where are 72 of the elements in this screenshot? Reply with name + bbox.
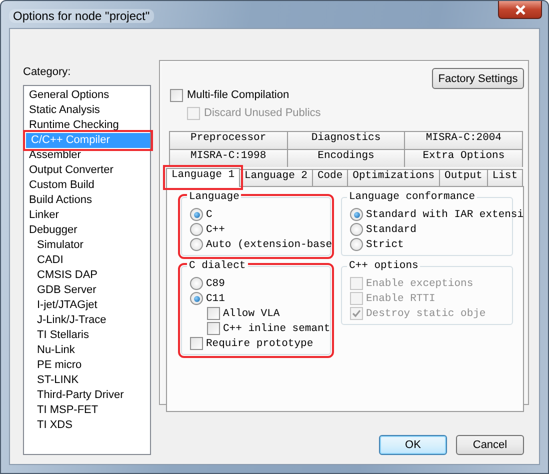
category-item[interactable]: I-jet/JTAGjet [34, 298, 100, 313]
close-button[interactable] [498, 1, 542, 19]
option-label: C11 [206, 292, 225, 304]
tab[interactable]: Preprocessor [169, 131, 288, 149]
close-icon [514, 4, 526, 14]
window-title: Options for node "project" [9, 9, 154, 23]
category-item[interactable]: Custom Build [26, 178, 98, 193]
group-title: C++ options [347, 260, 420, 273]
category-item[interactable]: TI Stellaris [34, 328, 92, 343]
option-label: C++ [206, 224, 225, 236]
checkbox-label: Discard Unused Publics [204, 107, 321, 119]
category-item[interactable]: CADI [34, 253, 66, 268]
tab[interactable]: Encodings [286, 149, 406, 167]
category-label: Category: [23, 66, 72, 79]
option-label: Standard with IAR extensi [366, 208, 524, 220]
category-item[interactable]: Linker [26, 208, 62, 223]
tab[interactable]: Code [312, 169, 348, 186]
category-item[interactable]: Assembler [26, 148, 84, 163]
radio-button[interactable] [190, 223, 203, 236]
tab[interactable]: Output [439, 169, 488, 186]
category-item[interactable]: CMSIS DAP [34, 268, 101, 283]
radio-button[interactable] [190, 292, 203, 305]
category-item[interactable]: TI XDS [34, 418, 76, 433]
tab[interactable]: MISRA-C:2004 [404, 131, 524, 149]
option-label: Enable exceptions [366, 278, 474, 290]
dialog-button[interactable]: OK [379, 435, 447, 455]
dialog-button[interactable]: Cancel [456, 435, 524, 455]
radio-button[interactable] [350, 208, 363, 221]
category-item[interactable]: Simulator [34, 238, 86, 253]
radio-button[interactable] [190, 238, 203, 251]
radio-button[interactable] [190, 208, 203, 221]
tab[interactable]: Optimizations [347, 169, 440, 186]
category-item[interactable]: General Options [26, 88, 112, 103]
option-label: Require prototype [206, 338, 314, 350]
option-label: Auto (extension-base [206, 238, 332, 250]
group-title: Language [187, 191, 242, 204]
option-label: C [206, 208, 212, 220]
checkbox[interactable] [207, 307, 220, 320]
category-item[interactable]: Runtime Checking [26, 118, 122, 133]
tab[interactable]: Diagnostics [286, 131, 406, 149]
tab[interactable]: Extra Options [404, 149, 524, 167]
radio-button[interactable] [350, 223, 363, 236]
option-label: Enable RTTI [366, 292, 436, 304]
checkbox-label: Multi-file Compilation [187, 89, 290, 101]
tab[interactable]: MISRA-C:1998 [169, 149, 288, 167]
checkbox[interactable] [170, 88, 183, 102]
category-item[interactable]: Static Analysis [26, 103, 103, 118]
option-label: Strict [366, 238, 404, 250]
radio-button[interactable] [350, 238, 363, 251]
checkbox[interactable] [190, 337, 203, 350]
option-label: Destroy static obje [366, 308, 486, 320]
factory-settings-button[interactable]: Factory Settings [432, 68, 524, 89]
category-item[interactable]: Debugger [26, 223, 80, 238]
tab[interactable]: Language 2 [238, 169, 313, 186]
category-item[interactable]: Build Actions [26, 193, 95, 208]
category-item[interactable]: Output Converter [26, 163, 116, 178]
tab[interactable]: List [486, 169, 524, 186]
radio-button[interactable] [190, 277, 203, 290]
option-label: Standard [366, 224, 416, 236]
tab[interactable]: Language 1 [166, 168, 240, 187]
group-title: Language conformance [347, 191, 478, 204]
category-item[interactable]: Third-Party Driver [34, 388, 127, 403]
category-item[interactable]: TI MSP-FET [34, 403, 102, 418]
option-label: C89 [206, 278, 225, 290]
category-item[interactable]: J-Link/J-Trace [34, 313, 110, 328]
checkbox[interactable] [207, 322, 220, 335]
category-item[interactable]: Nu-Link [34, 343, 78, 358]
option-label: Allow VLA [223, 308, 280, 320]
option-label: C++ inline semant [223, 322, 330, 334]
category-item[interactable]: GDB Server [34, 283, 100, 298]
category-item[interactable]: ST-LINK [34, 373, 82, 388]
category-item[interactable]: PE micro [34, 358, 85, 373]
